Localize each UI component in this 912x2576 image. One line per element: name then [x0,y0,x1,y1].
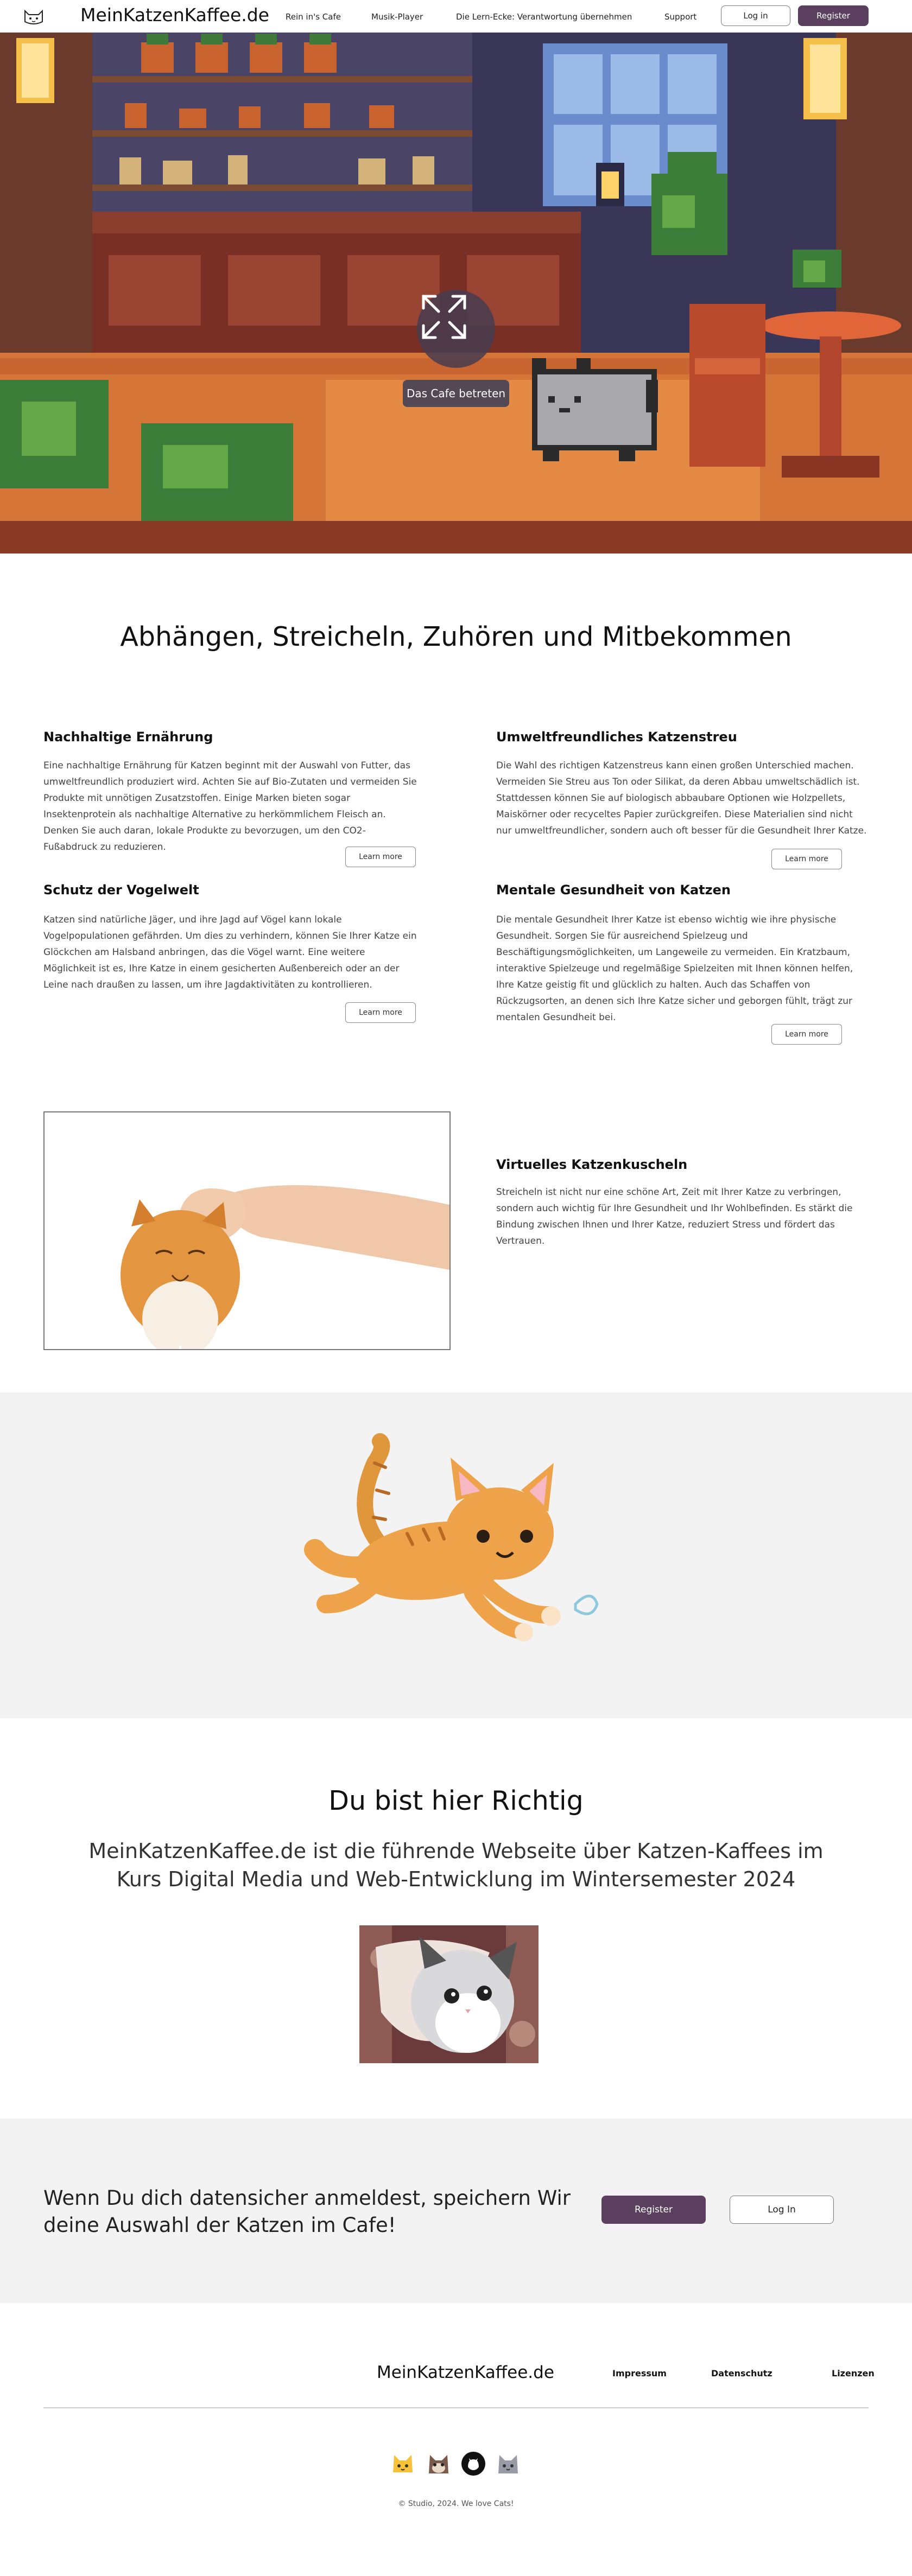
cat-illustration-band [0,1392,912,1718]
top-navbar: MeinKatzenKaffee.de Rein in's Cafe Musik… [0,0,912,33]
petted-cat-image [45,1112,449,1349]
learn-more-litter-button[interactable]: Learn more [771,849,842,869]
feature-text-nutrition: Eine nachhaltige Ernährung für Katzen be… [43,760,417,853]
feature-title-nutrition: Nachhaltige Ernährung [43,729,213,745]
feature-title-birds: Schutz der Vogelwelt [43,882,199,898]
petting-cat-photo[interactable] [43,1111,451,1350]
kitten-image [359,1925,539,2063]
cat-head-icon[interactable] [426,2451,452,2477]
fullscreen-button[interactable] [417,290,495,368]
feature-title-cat-litter: Umweltfreundliches Katzenstreu [496,729,737,745]
nav-link-cafe[interactable]: Rein in's Cafe [286,12,341,22]
footer-link-impressum[interactable]: Impressum [612,2368,667,2378]
learn-more-mental-health-button[interactable]: Learn more [771,1024,842,1045]
learn-more-birds-button[interactable]: Learn more [345,1002,416,1023]
jumping-cat-illustration [304,1433,599,1642]
cat-logo-icon[interactable] [22,5,46,27]
register-button[interactable]: Register [798,5,869,26]
expand-arrows-icon [422,295,466,339]
enter-cafe-button[interactable]: Das Cafe betreten [403,380,509,407]
hero-cafe-scene: Das Cafe betreten [0,33,912,554]
feature-title-mental-health: Mentale Gesundheit von Katzen [496,882,731,898]
footer-link-lizenzen[interactable]: Lizenzen [832,2368,875,2378]
feature-text-mental-health: Die mentale Gesundheit Ihrer Katze ist e… [496,914,853,1023]
signup-register-button[interactable]: Register [601,2196,706,2224]
signup-text: Wenn Du dich datensicher anmeldest, spei… [43,2186,571,2237]
copyright-text: © Studio, 2024. We love Cats! [398,2499,514,2508]
brand-name[interactable]: MeinKatzenKaffee.de [80,4,269,26]
nav-link-support[interactable]: Support [664,12,696,22]
learn-more-nutrition-button[interactable]: Learn more [345,847,416,867]
feature-text-cat-litter: Die Wahl des richtigen Katzenstreus kann… [496,760,867,836]
virtual-cuddling-text: Streicheln ist nicht nur eine schöne Art… [496,1187,853,1246]
gray-cat-icon[interactable] [495,2451,521,2477]
login-button[interactable]: Log in [721,5,790,26]
feature-text-birds: Katzen sind natürliche Jäger, und ihre J… [43,914,417,990]
signup-band: Wenn Du dich datensicher anmeldest, spei… [0,2119,912,2303]
nav-link-music-player[interactable]: Musik-Player [371,12,423,22]
nav-link-learning-corner[interactable]: Die Lern-Ecke: Verantwortung übernehmen [456,12,632,22]
virtual-cuddling-title: Virtuelles Katzenkuscheln [496,1157,688,1172]
footer-link-datenschutz[interactable]: Datenschutz [711,2368,772,2378]
signup-login-button[interactable]: Log In [730,2196,834,2224]
right-place-title: Du bist hier Richtig [328,1785,584,1816]
intro-title: Abhängen, Streicheln, Zuhören und Mitbek… [120,621,792,652]
cat-face-icon[interactable] [390,2451,416,2477]
kitten-photo [359,1925,539,2063]
github-icon[interactable] [460,2451,486,2477]
footer-divider [43,2407,869,2408]
footer-brand[interactable]: MeinKatzenKaffee.de [377,2363,554,2382]
right-place-subtitle: MeinKatzenKaffee.de ist die führende Web… [88,1839,824,1891]
